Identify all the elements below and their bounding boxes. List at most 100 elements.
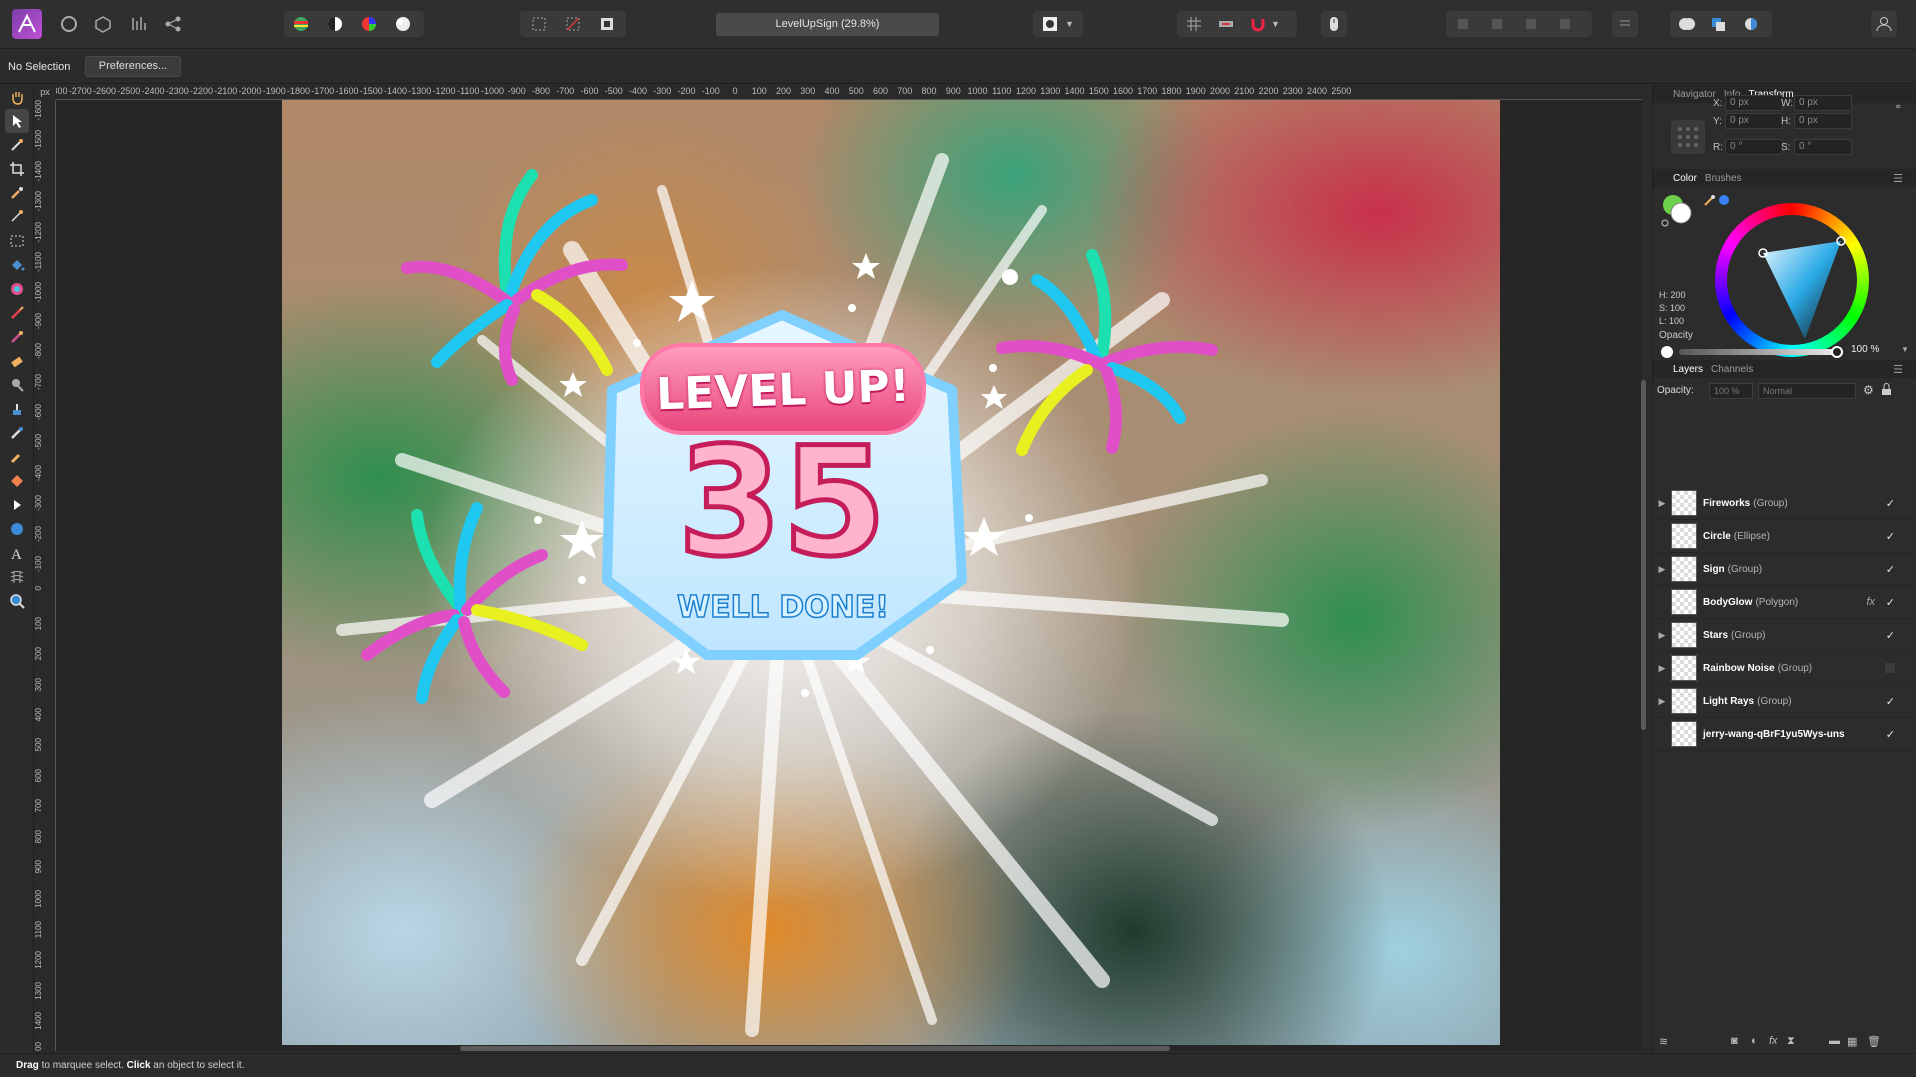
y-field[interactable]: 0 px — [1725, 113, 1783, 129]
expand-arrow-icon[interactable]: ▶ — [1653, 696, 1671, 707]
layer-row[interactable]: ▶ Stars (Group) ✓ — [1653, 619, 1916, 652]
snapping-magnet-icon[interactable] — [1245, 11, 1271, 37]
marquee-icon[interactable] — [526, 11, 552, 37]
horizontal-scrollbar[interactable] — [460, 1046, 1170, 1051]
marquee-tool-icon[interactable] — [5, 229, 29, 253]
paint-brush-icon[interactable] — [5, 301, 29, 325]
add-pixel-layer-icon[interactable]: ▦ — [1847, 1035, 1857, 1048]
h-field[interactable]: 0 px — [1794, 113, 1852, 129]
layer-row[interactable]: ▶ Rainbow Noise (Group) — [1653, 652, 1916, 685]
rotation-field[interactable]: 0 ° — [1725, 139, 1783, 155]
invert-selection-icon[interactable] — [594, 11, 620, 37]
selection-brush-icon[interactable] — [5, 181, 29, 205]
opacity-value[interactable]: 100 % — [1851, 344, 1879, 355]
designer-persona-icon[interactable] — [56, 11, 82, 37]
color-wheel[interactable] — [1715, 203, 1869, 357]
account-icon[interactable] — [1871, 11, 1897, 37]
expand-arrow-icon[interactable]: ▶ — [1653, 630, 1671, 641]
add-shape-icon[interactable] — [1674, 11, 1700, 37]
develop-persona-icon[interactable] — [126, 11, 152, 37]
chevron-down-icon[interactable]: ▼ — [1271, 19, 1280, 29]
layer-row[interactable]: ▶ Fireworks (Group) ✓ — [1653, 487, 1916, 520]
color-balance-icon[interactable] — [356, 11, 382, 37]
expand-arrow-icon[interactable]: ▶ — [1653, 663, 1671, 674]
visibility-checkbox[interactable]: ✓ — [1886, 497, 1895, 510]
align-icon[interactable] — [1612, 11, 1638, 37]
layer-row[interactable]: ▶ Sign (Group) ✓ — [1653, 553, 1916, 586]
preferences-button[interactable]: Preferences... — [85, 56, 181, 77]
clone-tool-icon[interactable] — [5, 397, 29, 421]
link-icon[interactable]: ⚭ — [1894, 102, 1902, 113]
vertical-ruler[interactable]: -1600 -1500 -1400 -1300 -1200 -1100 -1000 -900-… — [34, 100, 56, 1051]
group-layer-icon[interactable]: ▬ — [1829, 1035, 1840, 1047]
opacity-slider[interactable] — [1679, 346, 1843, 358]
sharpen-tool-icon[interactable] — [5, 469, 29, 493]
intersect-shape-icon[interactable] — [1738, 11, 1764, 37]
layer-opacity-field[interactable]: 100 % — [1709, 383, 1753, 399]
mesh-warp-icon[interactable] — [5, 565, 29, 589]
visibility-checkbox[interactable]: ✓ — [1886, 695, 1895, 708]
layer-row[interactable]: ▶ Light Rays (Group) ✓ — [1653, 685, 1916, 718]
expand-arrow-icon[interactable]: ▶ — [1653, 498, 1671, 509]
move-to-front-icon[interactable] — [1552, 11, 1578, 37]
vertical-scrollbar[interactable] — [1641, 380, 1646, 730]
visibility-checkbox[interactable]: ✓ — [1886, 530, 1895, 543]
anchor-selector-icon[interactable] — [1671, 120, 1705, 154]
tab-layers[interactable]: Layers — [1673, 364, 1703, 375]
x-field[interactable]: 0 px — [1725, 95, 1783, 111]
subtract-shape-icon[interactable] — [1706, 11, 1732, 37]
visibility-checkbox[interactable]: ✓ — [1886, 629, 1895, 642]
levels-icon[interactable] — [288, 11, 314, 37]
pixel-tool-icon[interactable] — [5, 325, 29, 349]
panel-menu-icon[interactable]: ☰ — [1893, 363, 1903, 376]
tab-navigator[interactable]: Navigator — [1673, 89, 1716, 100]
layer-row[interactable]: Circle (Ellipse) ✓ — [1653, 520, 1916, 553]
move-tool-icon[interactable] — [5, 109, 29, 133]
fx-icon[interactable]: fx — [1769, 1035, 1778, 1047]
move-forward-icon[interactable] — [1518, 11, 1544, 37]
blend-mode-select[interactable]: Normal — [1758, 383, 1856, 399]
smudge-tool-icon[interactable] — [5, 445, 29, 469]
flood-fill-icon[interactable] — [5, 253, 29, 277]
tab-color[interactable]: Color — [1673, 173, 1697, 184]
node-tool-icon[interactable] — [5, 493, 29, 517]
crop-tool-icon[interactable] — [5, 157, 29, 181]
erase-tool-icon[interactable] — [5, 349, 29, 373]
blemish-tool-icon[interactable] — [5, 421, 29, 445]
visibility-checkbox[interactable]: ✓ — [1886, 563, 1895, 576]
layer-row[interactable]: jerry-wang-qBrF1yu5Wys-uns ✓ — [1653, 718, 1916, 751]
visibility-checkbox[interactable] — [1885, 663, 1895, 673]
fx-icon[interactable]: fx — [1866, 596, 1875, 608]
export-persona-icon[interactable] — [160, 11, 186, 37]
dodge-tool-icon[interactable] — [5, 373, 29, 397]
chevron-down-icon[interactable]: ▼ — [1901, 345, 1909, 354]
shear-field[interactable]: 0 ° — [1794, 139, 1852, 155]
deselect-icon[interactable] — [560, 11, 586, 37]
move-back-icon[interactable] — [1484, 11, 1510, 37]
canvas-area[interactable]: LEVEL UP! 35 WELL DONE! — [56, 100, 1642, 1051]
assistant-icon[interactable] — [1213, 11, 1239, 37]
artboard[interactable]: LEVEL UP! 35 WELL DONE! — [282, 100, 1500, 1045]
expand-arrow-icon[interactable]: ▶ — [1653, 564, 1671, 575]
lock-icon[interactable] — [1881, 383, 1892, 399]
delete-layer-icon[interactable]: 🗑 — [1867, 1035, 1881, 1048]
view-tool-hand-icon[interactable] — [5, 85, 29, 109]
visibility-checkbox[interactable]: ✓ — [1886, 728, 1895, 741]
layer-row[interactable]: BodyGlow (Polygon) fx ✓ — [1653, 586, 1916, 619]
gradient-tool-icon[interactable] — [5, 277, 29, 301]
flood-select-icon[interactable] — [5, 205, 29, 229]
layer-stack-icon[interactable]: ≋ — [1659, 1035, 1668, 1048]
text-tool-icon[interactable]: A — [5, 541, 29, 565]
app-logo-icon[interactable] — [12, 9, 42, 39]
fill-stroke-swatch[interactable] — [1661, 193, 1695, 227]
tab-channels[interactable]: Channels — [1711, 364, 1753, 375]
layer-settings-icon[interactable]: ⚙ — [1863, 383, 1874, 397]
chevron-down-icon[interactable]: ▼ — [1065, 19, 1074, 29]
visibility-checkbox[interactable]: ✓ — [1886, 596, 1895, 609]
quick-mask-icon[interactable] — [1037, 11, 1063, 37]
opacity-slider-knob[interactable] — [1831, 346, 1843, 358]
filter-layer-icon[interactable]: ⧗ — [1787, 1035, 1795, 1048]
shape-tool-icon[interactable] — [5, 517, 29, 541]
adjustment-layer-icon[interactable]: ◐ — [1751, 1035, 1758, 1047]
grid-icon[interactable] — [1181, 11, 1207, 37]
